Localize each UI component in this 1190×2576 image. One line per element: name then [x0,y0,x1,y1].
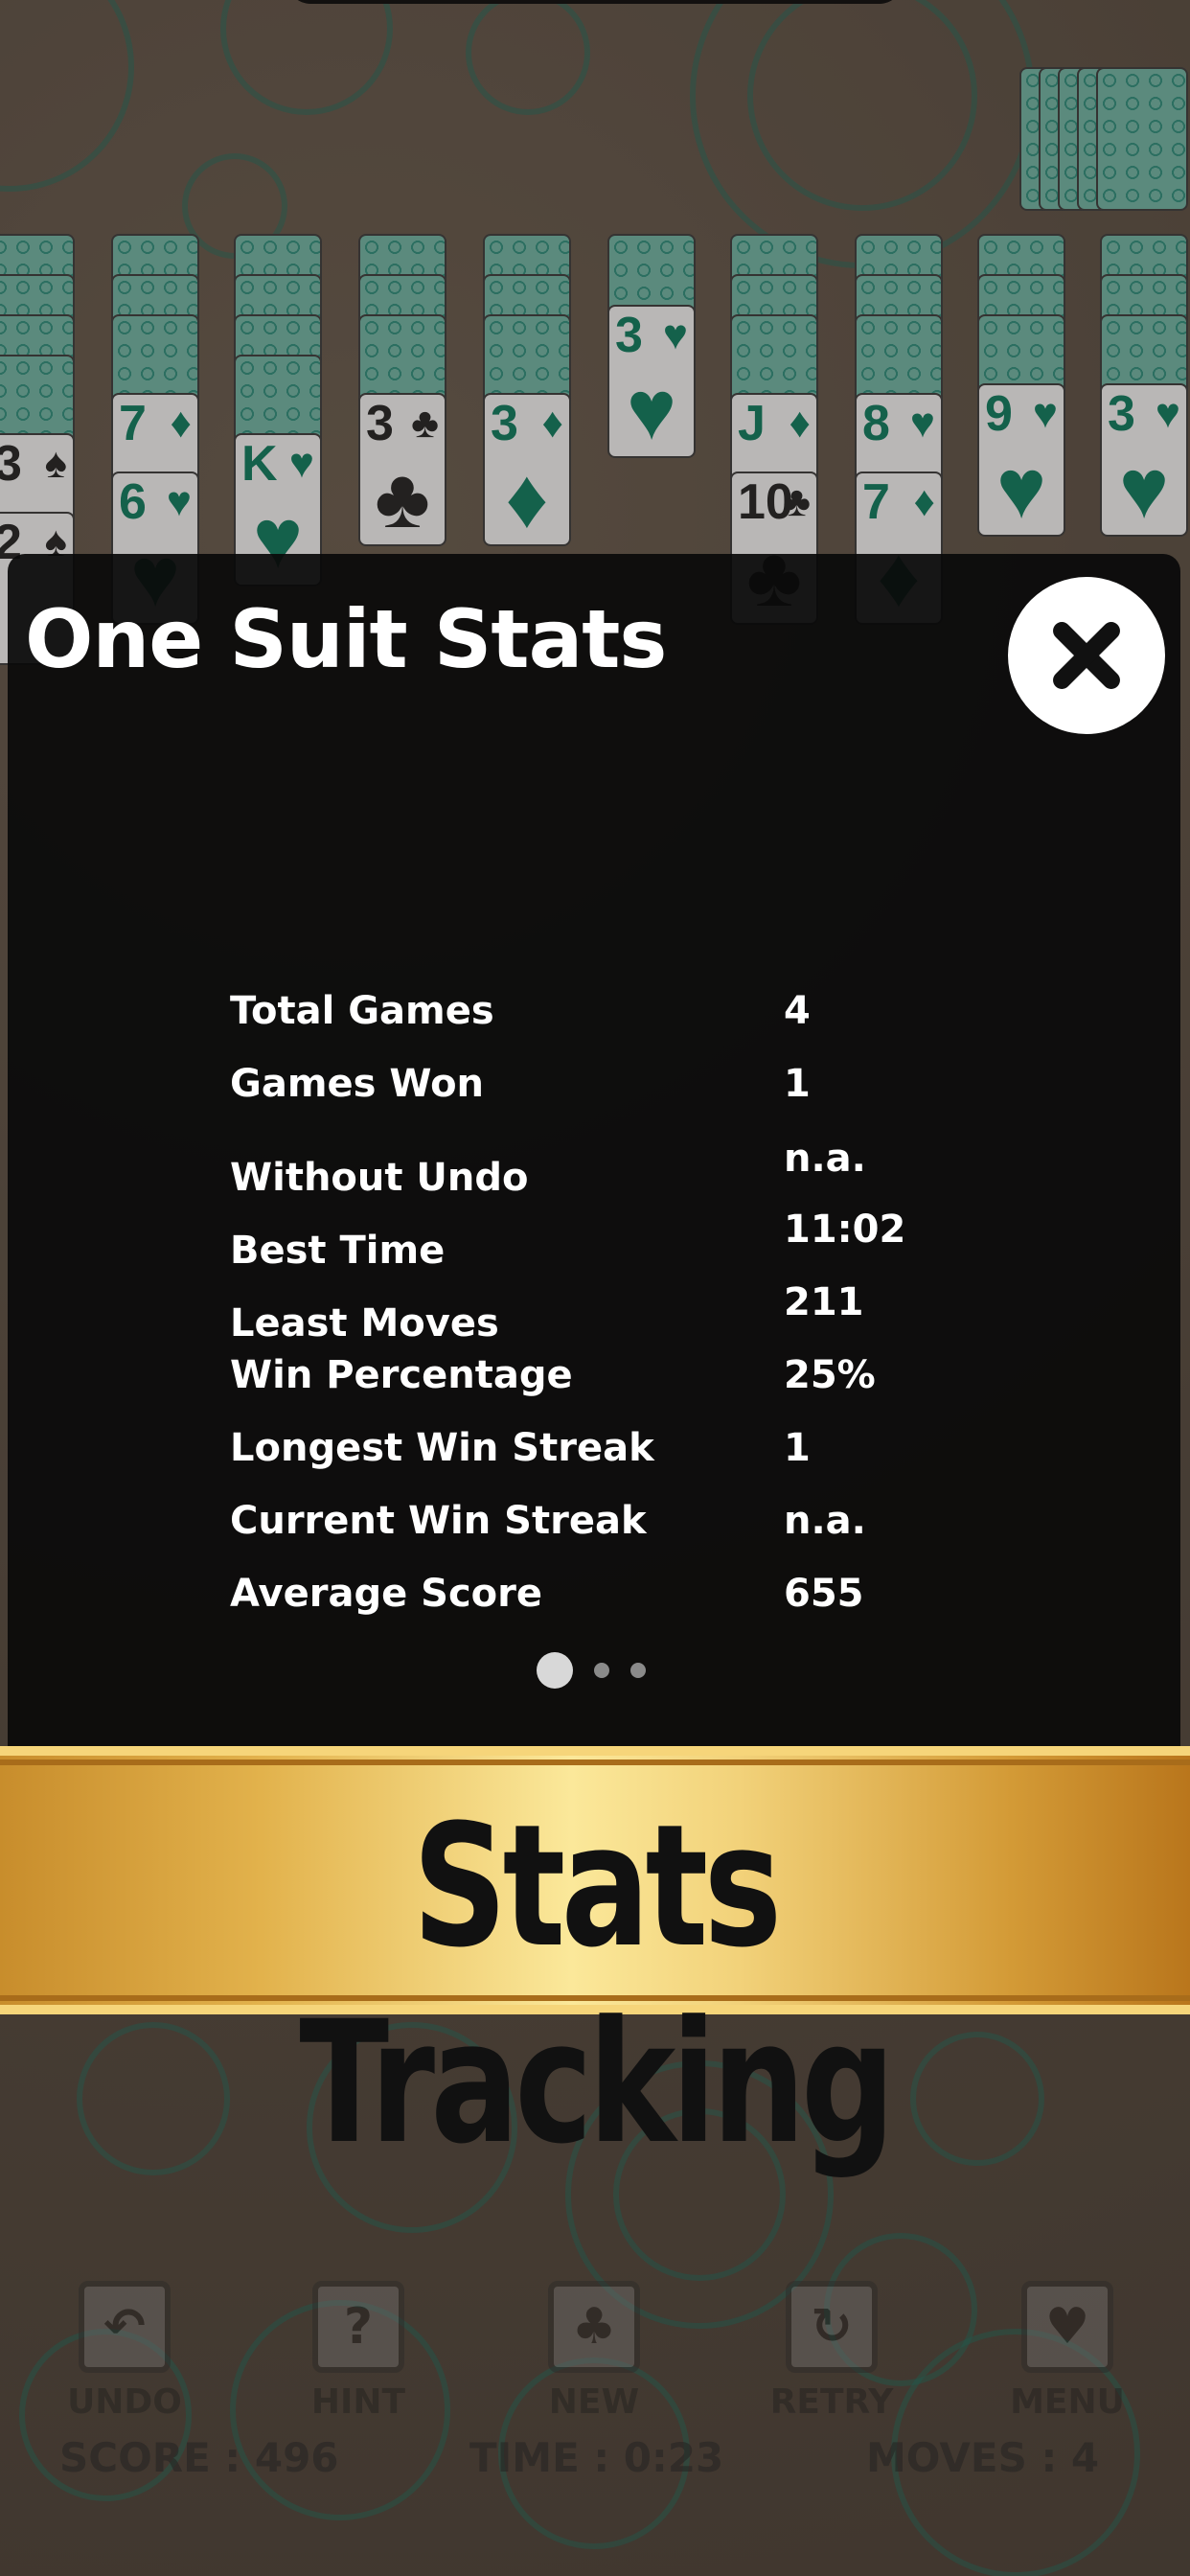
hint-icon: ? [312,2281,404,2373]
stat-label: Least Moves [230,1301,499,1346]
page-dot-active[interactable] [537,1652,573,1689]
stat-value: 1 [784,1426,811,1470]
stat-value: 655 [784,1572,864,1616]
banner-title: Stats Tracking [299,1788,895,2181]
page-indicator [537,1652,646,1689]
stat-label: Best Time [230,1229,446,1273]
stat-label: Total Games [230,989,494,1033]
device-notch [287,0,903,4]
retry-icon: ↻ [786,2281,878,2373]
playing-card[interactable]: 9 ♥ ♥ [977,383,1065,537]
stat-label: Average Score [230,1572,542,1616]
stat-label: Current Win Streak [230,1499,647,1543]
menu-icon: ♥ [1021,2281,1113,2373]
stat-label: Win Percentage [230,1353,573,1397]
page-dot[interactable] [630,1663,646,1678]
promo-banner: Stats Tracking [0,1746,1190,2181]
new-game-button[interactable]: ♣ NEW [517,2281,671,2422]
stat-value: 211 [784,1280,864,1324]
menu-button[interactable]: ♥ MENU [991,2281,1144,2422]
undo-button[interactable]: ↶ UNDO [48,2281,201,2422]
close-button[interactable] [1008,577,1165,734]
modal-title: One Suit Stats [25,592,667,686]
moves-display: MOVES : 4 [866,2434,1100,2481]
stat-value: n.a. [784,1499,866,1543]
page-dot[interactable] [594,1663,609,1678]
playing-card[interactable]: 3 ♦ ♦ [483,393,571,546]
playing-card[interactable]: 3 ♥ ♥ [607,305,696,458]
stats-modal: One Suit Stats Total Games 4 Games Won 1… [8,554,1180,1752]
new-game-icon: ♣ [548,2281,640,2373]
stat-label: Games Won [230,1062,485,1106]
close-icon [1053,622,1120,689]
stat-value: 11:02 [784,1208,906,1252]
stat-label: Longest Win Streak [230,1426,654,1470]
stat-label: Without Undo [230,1156,529,1200]
stat-value: 25% [784,1353,876,1397]
time-display: TIME : 0:23 [469,2434,724,2481]
hint-button[interactable]: ? HINT [282,2281,435,2422]
stat-value: 4 [784,989,811,1033]
playing-card[interactable]: 3 ♥ ♥ [1100,383,1188,537]
playing-card[interactable]: 3 ♣ ♣ [358,393,446,546]
stat-value: 1 [784,1062,811,1106]
undo-icon: ↶ [79,2281,171,2373]
stat-value: n.a. [784,1137,866,1181]
score-display: SCORE : 496 [59,2434,339,2481]
retry-button[interactable]: ↻ RETRY [755,2281,908,2422]
